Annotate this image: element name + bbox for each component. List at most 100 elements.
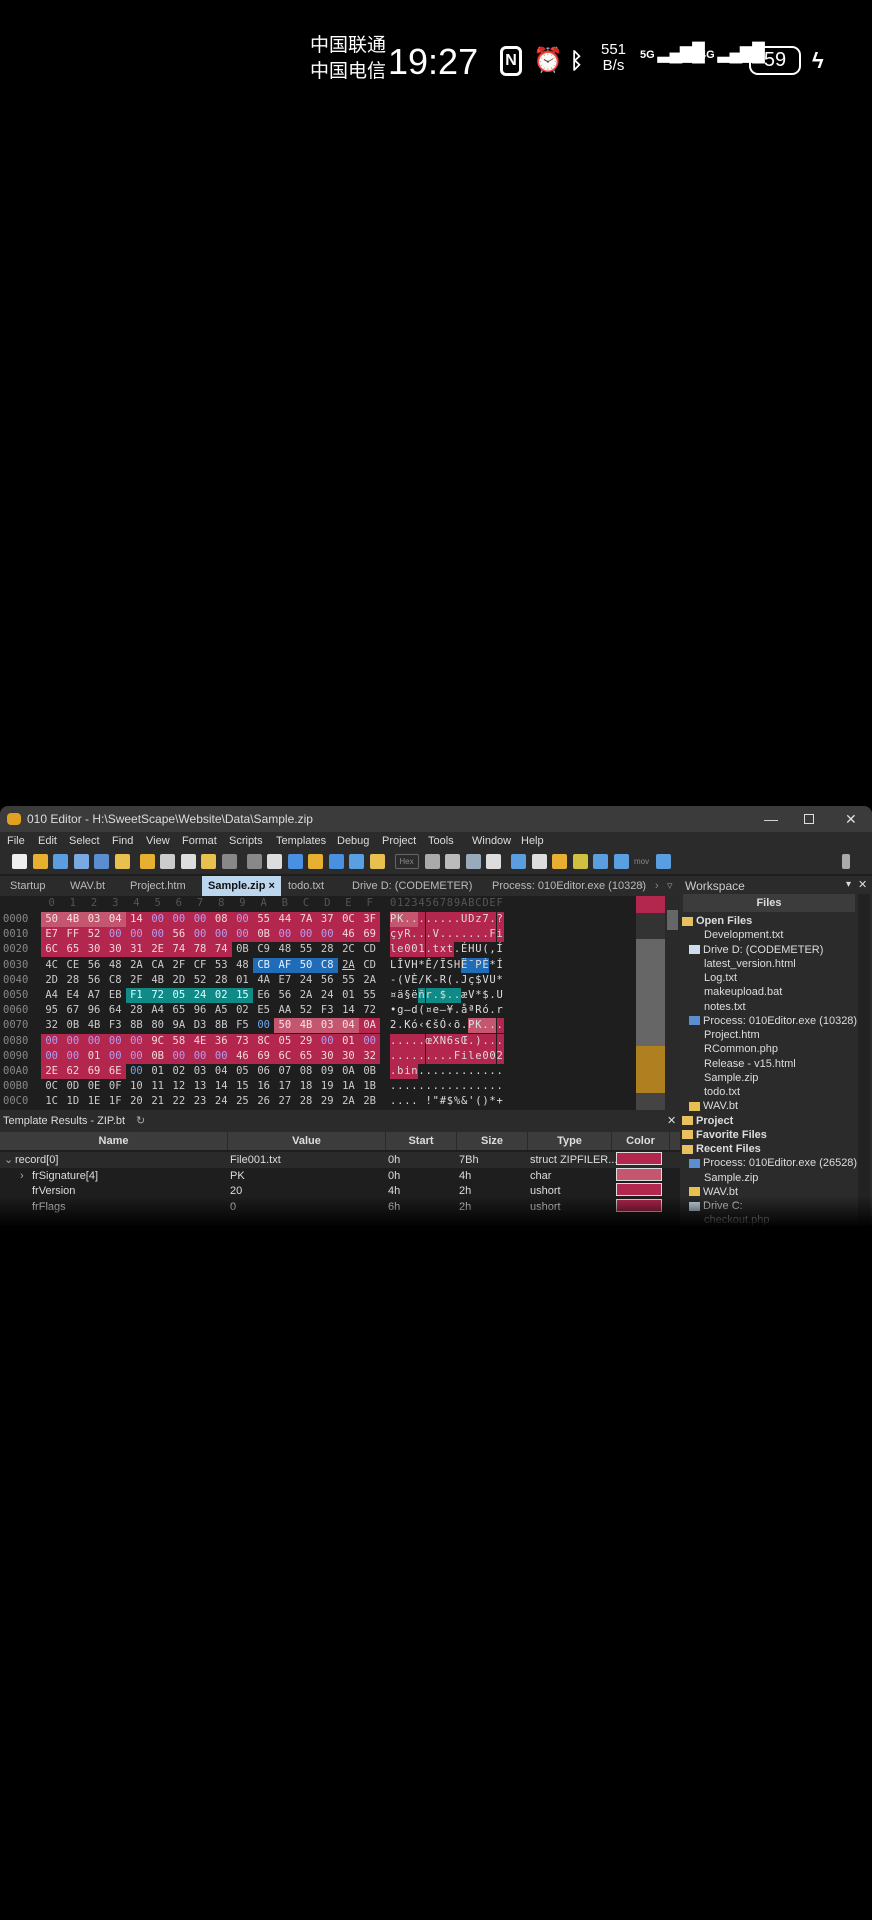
hex-byte[interactable]: E4 [62,988,83,1003]
hex-byte[interactable]: 56 [274,988,295,1003]
hex-byte[interactable]: 20 [126,1094,147,1109]
hex-byte[interactable]: 00 [189,912,211,927]
hex-byte[interactable]: 00 [104,927,126,943]
hex-byte[interactable]: 7A [295,912,317,927]
hex-byte[interactable]: 14 [211,1079,232,1094]
cut-icon[interactable] [160,854,175,869]
hex-byte[interactable]: 2D [168,973,189,988]
tab-5[interactable]: Drive D: (CODEMETER) [346,876,478,896]
hex-byte[interactable]: 2A [338,1094,359,1109]
hex-byte[interactable]: 56 [168,927,190,943]
hex-editor[interactable]: 0 1 2 3 4 5 6 7 8 9 A B C D E F 0123456789ABCDEF 0000 50 4B… [0,896,636,1110]
workspace-item[interactable]: notes.txt [704,1000,746,1014]
close-window-button[interactable]: ✕ [845,806,857,832]
hex-byte[interactable]: 00 [125,1048,148,1064]
hex-byte[interactable]: 0B [359,1064,380,1079]
hex-byte[interactable]: 24 [317,988,338,1003]
hex-byte[interactable]: 29 [295,1033,317,1049]
hex-byte[interactable]: FF [62,927,84,943]
hex-byte[interactable]: 55 [295,942,316,957]
hex-byte[interactable]: 52 [189,973,210,988]
hex-byte[interactable]: 10 [126,1079,147,1094]
color-swatch[interactable] [616,1152,662,1165]
hex-byte[interactable]: 00 [104,1048,126,1064]
maximize-button[interactable] [804,814,814,824]
hex-byte[interactable]: 26 [253,1094,274,1109]
column-start[interactable]: Start [386,1132,457,1150]
close-panel-button[interactable]: ✕ [667,1110,676,1132]
hex-byte[interactable]: 9C [147,1033,169,1049]
workspace-item[interactable]: Open Files [682,914,752,928]
hex-byte[interactable]: 6E [104,1064,126,1079]
hex-byte[interactable]: 23 [189,1094,210,1109]
split-view-icon[interactable] [465,854,481,869]
hex-byte[interactable]: 1D [62,1094,83,1109]
base-convert-icon[interactable] [593,854,608,869]
hex-byte[interactable]: A4 [147,1003,168,1018]
hex-byte[interactable]: 55 [359,988,380,1003]
workspace-menu-icon[interactable]: ▾ [846,879,851,890]
hex-byte[interactable]: 00 [295,927,317,943]
hex-byte[interactable]: 00 [316,1033,338,1049]
workspace-item[interactable]: Sample.zip [704,1171,758,1185]
hex-byte[interactable]: 0B [62,1018,83,1033]
hex-byte[interactable]: 72 [359,1003,380,1018]
hex-byte[interactable]: 30 [337,1048,360,1064]
hex-byte[interactable]: 2C [338,942,359,957]
hex-byte[interactable]: 02 [210,988,232,1003]
color-swatch[interactable] [616,1167,662,1181]
menu-help[interactable]: Help [521,832,544,850]
hex-byte[interactable]: 00 [316,927,338,943]
open-project-icon[interactable] [139,854,155,869]
hex-byte[interactable]: 22 [168,1094,189,1109]
workspace-item[interactable]: Favorite Files [682,1128,767,1142]
table-row[interactable]: ⌄ record[0] File001.txt 0h 7Bh struct ZIPFILE… [0,1152,680,1168]
hex-byte[interactable]: 0B [253,927,275,943]
hex-byte[interactable]: 4C [41,958,62,973]
menu-templates[interactable]: Templates [276,832,326,850]
hex-byte[interactable]: 06 [253,1064,274,1079]
hex-text-row[interactable]: .....œXN6sŒ.)... [390,1034,504,1049]
hex-byte[interactable]: E7 [41,927,63,943]
hex-byte[interactable]: 55 [253,912,275,927]
hex-byte[interactable]: 1B [359,1079,380,1094]
hex-mode-button[interactable]: Hex [394,854,419,869]
hex-byte[interactable]: 30 [316,1048,338,1064]
hex-byte[interactable]: 69 [83,1064,105,1079]
hex-byte[interactable]: 8B [126,1018,147,1033]
tab-list-icon[interactable]: ▿ [667,876,673,896]
hex-byte[interactable]: 62 [62,1064,84,1079]
hex-byte[interactable]: 29 [317,1094,338,1109]
hex-byte[interactable]: 30 [104,942,126,958]
workspace-item[interactable]: Recent Files [682,1142,761,1156]
tab-0[interactable]: Startup [4,876,51,896]
hex-byte[interactable]: 0C [337,912,360,927]
hex-byte[interactable]: 52 [83,927,105,943]
hex-byte[interactable]: 96 [83,1003,104,1018]
hex-byte[interactable]: 50 [41,912,63,927]
hex-text-row[interactable]: ¤ä§ëñr.$..æV*$.U [390,988,504,1003]
convert-icon[interactable] [656,854,671,869]
hex-byte[interactable]: 32 [359,1048,381,1064]
hex-byte[interactable]: 53 [211,958,232,973]
hex-byte[interactable]: 4A [253,973,274,988]
hex-byte[interactable]: 28 [62,973,83,988]
hex-byte[interactable]: 8C [253,1033,275,1049]
hex-byte[interactable]: C9 [253,942,274,957]
hex-byte[interactable]: 67 [62,1003,83,1018]
hex-text-row[interactable]: 2.Kó‹€šÓ‹õ.PK... [390,1018,504,1033]
hex-byte[interactable]: 11 [147,1079,168,1094]
hex-text-row[interactable]: le001.txt.ÉHU(,Í [390,942,504,957]
copy-icon[interactable] [180,854,196,869]
hex-byte[interactable]: 48 [274,942,295,957]
hex-byte[interactable]: CD [359,942,380,957]
hex-byte[interactable]: 2F [168,958,189,973]
column-type[interactable]: Type [528,1132,612,1150]
highlight-icon[interactable] [486,854,501,869]
hex-byte[interactable]: F3 [105,1018,126,1033]
calculator-icon[interactable] [511,854,526,869]
hex-byte[interactable]: 00 [168,912,190,927]
hex-byte[interactable]: 00 [83,1033,105,1049]
hex-text-row[interactable]: -(VÈ/K-R(.Jç$VU* [390,973,504,988]
hex-byte[interactable]: 46 [231,1048,254,1064]
